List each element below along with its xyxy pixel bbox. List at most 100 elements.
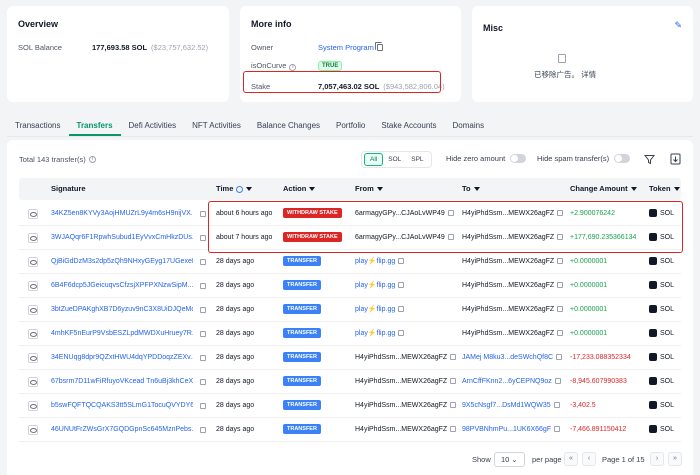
hide-zero-toggle[interactable] [510, 154, 527, 163]
from-address[interactable]: H4yiPhdSsm...MEWX26agFZ [355, 370, 457, 394]
to-address[interactable]: H4yiPhdSsm...MEWX26agFZ [462, 250, 564, 274]
copy-icon[interactable] [200, 235, 206, 241]
signature-link[interactable]: 3btZueDPAKghXB7D6yzuv9nC3X8UiDJQeMq... [51, 298, 193, 322]
page-indicator: Page 1 of 15 [602, 455, 645, 464]
tab-domains[interactable]: Domains [445, 115, 493, 136]
owner-link[interactable]: System Program [318, 43, 374, 52]
tab-transactions[interactable]: Transactions [7, 115, 69, 136]
from-address[interactable]: H4yiPhdSsm...MEWX26agFZ [355, 394, 457, 418]
eye-icon[interactable] [28, 305, 38, 315]
stake-highlight-box [243, 71, 441, 93]
eye-icon[interactable] [28, 353, 38, 363]
to-address[interactable]: 9X5cNsgf7...DsMd1WQW35 [462, 394, 560, 418]
eye-icon[interactable] [28, 233, 38, 243]
to-address[interactable]: ArnCffFKnn2...6yCEPNQ9oz [462, 370, 561, 394]
col-from[interactable]: From [355, 178, 383, 200]
asset-filter-segment: All SOL SPL [361, 151, 432, 168]
filter-icon [309, 187, 316, 192]
first-page-button[interactable]: « [564, 452, 578, 466]
eye-icon[interactable] [28, 329, 38, 339]
tab-defi-activities[interactable]: Defi Activities [121, 115, 185, 136]
signature-link[interactable]: 67bsrm7D11wFiRfuyoVKcead Tn6uBj3khCeX... [51, 370, 193, 394]
eye-icon[interactable] [28, 257, 38, 267]
eye-icon[interactable] [28, 425, 38, 435]
to-address[interactable]: 98PVBNhmPu...1UK6X66gF [462, 418, 561, 442]
from-address[interactable]: play⚡flip.gg [355, 298, 405, 322]
to-address[interactable]: H4yiPhdSsm...MEWX26agFZ [462, 298, 564, 322]
token-cell[interactable]: SOL [649, 418, 674, 442]
signature-link[interactable]: 34ENUqg8dpr9QZxtHWU4dqYPDDoqzZEXv... [51, 346, 193, 370]
from-address[interactable]: play⚡flip.gg [355, 250, 405, 274]
copy-icon [554, 378, 561, 385]
copy-icon[interactable] [374, 42, 383, 51]
col-token[interactable]: Token [649, 178, 680, 200]
to-address[interactable]: H4yiPhdSsm...MEWX26agFZ [462, 322, 564, 346]
eye-icon[interactable] [28, 281, 38, 291]
download-icon[interactable] [667, 151, 683, 167]
signature-link[interactable]: 34KZ5en8KYVy3AojHMUZrL9y4m6sH9nijVX... [51, 202, 193, 226]
copy-icon[interactable] [200, 355, 206, 361]
prev-page-button[interactable]: ‹ [582, 452, 596, 466]
from-address[interactable]: H4yiPhdSsm...MEWX26agFZ [355, 346, 457, 370]
signature-link[interactable]: 4mhKF5nEurP9VsbESZLpdMWDXuHruey7R... [51, 322, 193, 346]
from-address[interactable]: play⚡flip.gg [355, 274, 405, 298]
to-address[interactable]: JAMej M8ku3...deSWchQf8C [462, 346, 563, 370]
time-cell: 28 days ago [216, 378, 255, 385]
col-to[interactable]: To [462, 178, 480, 200]
token-cell[interactable]: SOL [649, 346, 674, 370]
copy-icon[interactable] [200, 211, 206, 217]
filter-sol-button[interactable]: SOL [383, 154, 406, 165]
hide-spam-toggle[interactable] [614, 154, 631, 163]
info-icon[interactable]: i [88, 156, 96, 163]
tab-transfers[interactable]: Transfers [68, 115, 121, 136]
from-address[interactable]: H4yiPhdSsm...MEWX26agFZ [355, 418, 457, 442]
from-address[interactable]: play⚡flip.gg [355, 322, 405, 346]
tab-balance-changes[interactable]: Balance Changes [249, 115, 328, 136]
copy-icon[interactable] [200, 379, 206, 385]
to-address[interactable]: H4yiPhdSsm...MEWX26agFZ [462, 274, 564, 298]
eye-icon[interactable] [28, 377, 38, 387]
signature-link[interactable]: 3WJAQqr6F1RpwhSubud1EyVvxCmHkzDUs... [51, 226, 193, 250]
signature-link[interactable]: b5swFQFTQCQAKS3tt5SLmG1TocuQVYDY6... [51, 394, 193, 418]
copy-icon[interactable] [200, 307, 206, 313]
token-cell[interactable]: SOL [649, 274, 674, 298]
token-cell[interactable]: SOL [649, 394, 674, 418]
table-row: 3btZueDPAKghXB7D6yzuv9nC3X8UiDJQeMq... 28… [19, 298, 681, 322]
last-page-button[interactable]: » [668, 452, 682, 466]
ad-removed-text[interactable]: 已移除广告。 详情 [534, 69, 596, 80]
info-icon[interactable]: i [289, 64, 297, 71]
tab-stake-accounts[interactable]: Stake Accounts [373, 115, 444, 136]
col-action[interactable]: Action [283, 178, 316, 200]
copy-icon[interactable] [200, 283, 206, 289]
copy-icon[interactable] [200, 427, 206, 433]
eye-icon[interactable] [28, 209, 38, 219]
edit-icon[interactable]: ✎ [674, 20, 682, 31]
filter-icon[interactable] [641, 151, 657, 167]
signature-link[interactable]: 6B4F6dcp5JGeicuqvsCfzsjXPFPXNzwSipM... [51, 274, 193, 298]
copy-icon[interactable] [200, 403, 206, 409]
token-cell[interactable]: SOL [649, 298, 674, 322]
token-cell[interactable]: SOL [649, 322, 674, 346]
copy-icon[interactable] [200, 331, 206, 337]
col-time[interactable]: Time [216, 178, 253, 200]
copy-icon [557, 330, 564, 337]
filter-spl-button[interactable]: SPL [406, 154, 428, 165]
eye-icon[interactable] [28, 401, 38, 411]
token-cell[interactable]: SOL [649, 370, 674, 394]
tab-portfolio[interactable]: Portfolio [328, 115, 373, 136]
sol-token-icon [649, 305, 657, 314]
tab-nft-activities[interactable]: NFT Activities [184, 115, 249, 136]
token-cell[interactable]: SOL [649, 250, 674, 274]
copy-icon [557, 306, 564, 313]
signature-link[interactable]: 46UNUtFrZWsGrX7GQDGpnSc645MznPebs... [51, 418, 193, 442]
signature-link[interactable]: QjBiGdDzM3s2dp5zQh9NHxyGEyg17UGexeD... [51, 250, 193, 274]
copy-icon[interactable] [200, 259, 206, 265]
sol-balance-label: SOL Balance [18, 43, 62, 52]
next-page-button[interactable]: › [650, 452, 664, 466]
col-change-amount[interactable]: Change Amount [570, 178, 637, 200]
pagination: Show 10 ⌄ per page « ‹ Page 1 of 15 › » [0, 449, 700, 469]
page-size-select[interactable]: 10 ⌄ [494, 452, 525, 467]
hide-zero-toggle-row: Hide zero amount [446, 154, 527, 163]
copy-icon [450, 426, 457, 433]
filter-all-button[interactable]: All [364, 153, 384, 166]
